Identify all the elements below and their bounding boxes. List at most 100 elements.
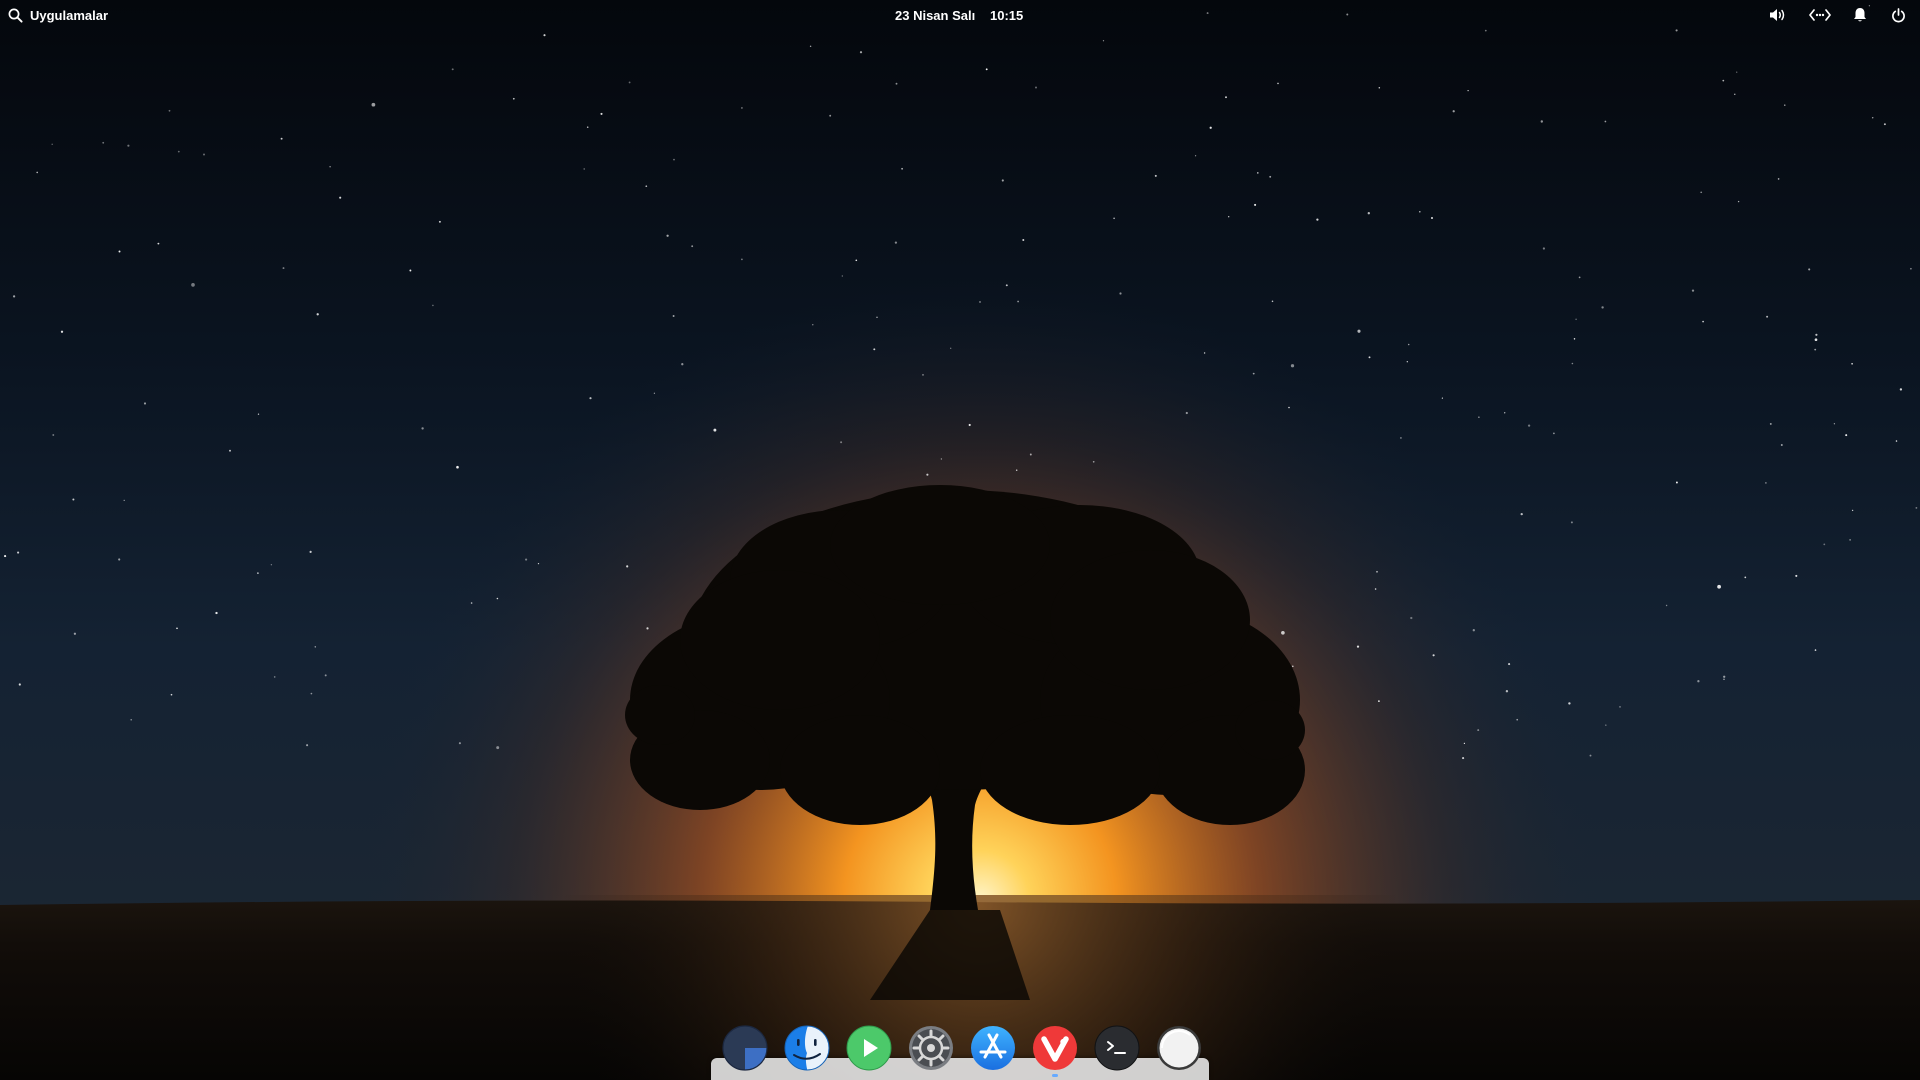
star <box>1833 423 1836 425</box>
star <box>895 82 898 85</box>
star <box>102 141 105 144</box>
star <box>1675 481 1678 484</box>
star <box>1462 757 1465 760</box>
star <box>118 558 121 561</box>
star <box>1374 588 1377 590</box>
star <box>525 558 528 561</box>
star <box>1356 645 1360 648</box>
star <box>202 153 206 156</box>
star <box>1795 574 1798 577</box>
star <box>170 693 173 696</box>
star <box>1252 372 1255 375</box>
star <box>1368 356 1371 359</box>
star <box>653 392 656 394</box>
bell-icon <box>1854 8 1866 22</box>
star <box>626 565 629 568</box>
star <box>1254 203 1257 206</box>
wallpaper <box>0 0 1920 1080</box>
star <box>1316 218 1319 221</box>
star <box>979 301 981 303</box>
star <box>1769 422 1772 425</box>
star <box>1209 126 1212 129</box>
star <box>809 45 812 48</box>
sound-indicator[interactable] <box>1764 0 1792 30</box>
star <box>859 51 863 54</box>
star <box>1022 239 1025 241</box>
star <box>1410 616 1413 620</box>
star <box>1849 539 1851 541</box>
star <box>1419 210 1421 213</box>
star <box>1092 460 1095 463</box>
star <box>60 330 64 333</box>
dock-item-vivaldi[interactable] <box>1030 1023 1080 1077</box>
dock-item-app-center[interactable] <box>968 1023 1018 1073</box>
star <box>1484 29 1487 32</box>
date-label[interactable]: 23 Nisan Salı <box>895 0 975 30</box>
star <box>1001 179 1004 182</box>
star <box>1431 217 1433 219</box>
star <box>1527 424 1531 427</box>
star <box>12 295 16 298</box>
star <box>1194 155 1197 157</box>
star <box>215 611 218 615</box>
clock[interactable]: 10:15 <box>990 0 1023 30</box>
star <box>1619 705 1621 708</box>
star <box>17 551 20 554</box>
star <box>496 597 499 600</box>
star <box>1665 604 1668 607</box>
dock-item-terminal[interactable] <box>1092 1023 1142 1073</box>
desktop[interactable]: Uygulamalar 23 Nisan Salı 10:15 <box>0 0 1920 1080</box>
star <box>1780 444 1783 446</box>
dock-item-videos[interactable] <box>844 1023 894 1073</box>
star <box>1578 276 1581 279</box>
star <box>1441 397 1443 399</box>
star <box>176 627 178 630</box>
session-indicator[interactable] <box>1884 0 1912 30</box>
star <box>1029 453 1032 456</box>
star <box>645 185 648 188</box>
star <box>421 427 424 430</box>
star <box>829 114 832 117</box>
star <box>1604 120 1607 123</box>
dock-item-show-desktop[interactable] <box>1154 1023 1204 1073</box>
star <box>1292 665 1294 668</box>
star <box>1777 178 1780 180</box>
top-panel: Uygulamalar 23 Nisan Salı 10:15 <box>0 0 1920 30</box>
star <box>968 423 971 427</box>
star <box>329 165 331 168</box>
dock-item-multitasking-view[interactable] <box>720 1023 770 1073</box>
star <box>1269 175 1272 178</box>
network-indicator[interactable] <box>1806 0 1834 30</box>
star <box>1575 318 1577 321</box>
star <box>1288 406 1290 409</box>
dock-item-files[interactable] <box>782 1023 832 1073</box>
star <box>1814 338 1818 342</box>
star <box>855 259 858 262</box>
star <box>1570 521 1573 524</box>
star <box>1271 300 1274 303</box>
star <box>310 692 313 695</box>
star <box>600 112 603 115</box>
star <box>1910 267 1912 270</box>
star <box>1736 71 1738 73</box>
star <box>901 167 903 170</box>
star <box>72 498 75 501</box>
star <box>280 137 283 140</box>
notifications-indicator[interactable] <box>1846 0 1874 30</box>
star <box>1851 362 1853 365</box>
applications-menu[interactable]: Uygulamalar <box>8 0 108 30</box>
star <box>1605 724 1607 726</box>
star <box>339 196 342 199</box>
star <box>1808 268 1811 271</box>
star <box>1899 388 1903 391</box>
star <box>1895 440 1898 442</box>
dock-item-system-settings[interactable] <box>906 1023 956 1073</box>
star <box>1367 212 1370 215</box>
star <box>1573 338 1576 340</box>
star <box>51 143 53 146</box>
star <box>1845 434 1848 437</box>
star <box>1463 742 1466 745</box>
star <box>177 150 180 153</box>
star <box>1516 718 1519 721</box>
star <box>1737 200 1740 203</box>
